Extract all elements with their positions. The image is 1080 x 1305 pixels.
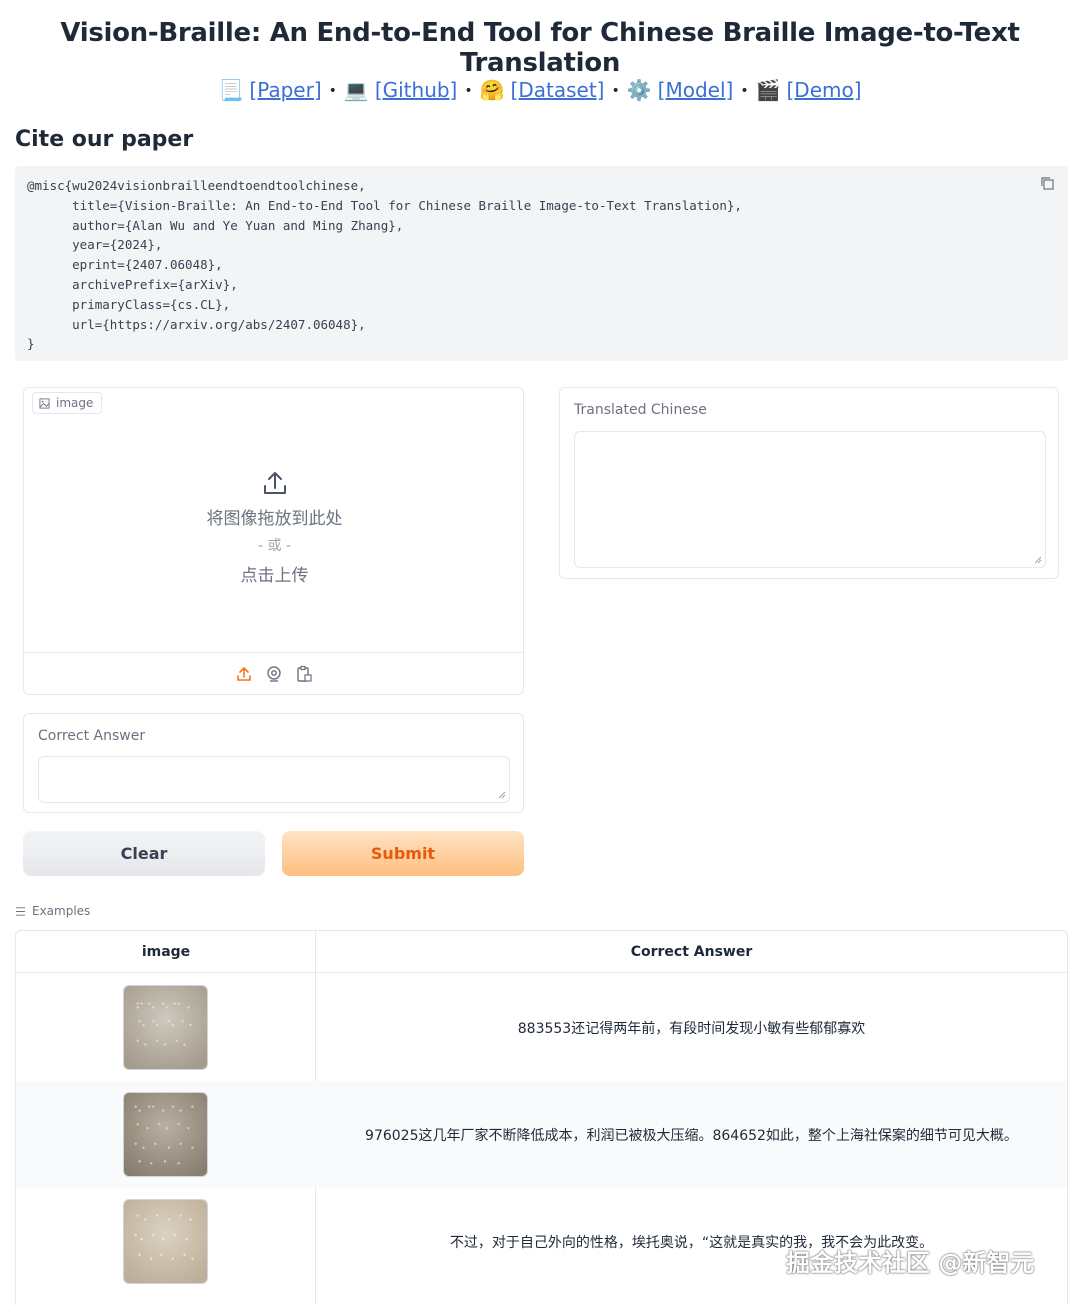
upload-source-icon[interactable]: [235, 665, 253, 683]
demo-link[interactable]: [Demo]: [786, 78, 861, 102]
image-source-toolbar: [24, 652, 523, 695]
separator: •: [464, 83, 473, 99]
resize-handle-icon[interactable]: [498, 791, 506, 799]
translated-label: Translated Chinese: [574, 402, 707, 418]
separator: •: [328, 83, 337, 99]
laptop-icon: 💻: [343, 78, 369, 102]
table-row[interactable]: 976025这几年厂家不断降低成本，利润已被极大压缩。864652如此，整个上海…: [16, 1081, 1067, 1188]
hugging-face-icon: 🤗: [479, 78, 505, 102]
or-text: - 或 -: [257, 538, 291, 554]
image-dropzone[interactable]: 将图像拖放到此处 - 或 - 点击上传: [24, 448, 525, 586]
correct-answer-label: Correct Answer: [38, 728, 146, 744]
separator: •: [611, 83, 620, 99]
table-row[interactable]: 883553还记得两年前，有段时间发现小敏有些郁郁寡欢: [16, 974, 1067, 1081]
example-answer: 883553还记得两年前，有段时间发现小敏有些郁郁寡欢: [517, 1020, 866, 1037]
braille-image: [124, 986, 207, 1069]
translated-textarea[interactable]: [574, 431, 1046, 568]
citation-code: @misc{wu2024visionbrailleendtoendtoolchi…: [27, 178, 742, 352]
table-row[interactable]: 不过，对于自己外向的性格，埃托奥说，“这就是真实的我，我不会为此改变。: [16, 1188, 1067, 1295]
paper-link-item[interactable]: 📃 [Paper]: [218, 78, 321, 102]
examples-heading: Examples: [15, 904, 90, 918]
clipboard-icon[interactable]: [295, 665, 313, 683]
image-label-badge: image: [32, 392, 103, 414]
correct-answer-panel: Correct Answer: [23, 713, 524, 813]
dataset-link[interactable]: [Dataset]: [511, 78, 605, 102]
gear-icon: ⚙️: [626, 78, 652, 102]
copy-icon[interactable]: [1040, 176, 1054, 190]
dataset-link-item[interactable]: 🤗 [Dataset]: [480, 78, 605, 102]
braille-image: [124, 1093, 207, 1176]
upload-icon: [263, 472, 286, 494]
submit-button[interactable]: Submit: [282, 831, 524, 876]
clapperboard-icon: 🎬: [755, 78, 781, 102]
separator: •: [740, 83, 749, 99]
clear-button[interactable]: Clear: [23, 831, 265, 876]
braille-image: [124, 1200, 207, 1283]
image-upload-panel[interactable]: image 将图像拖放到此处 - 或 - 点击上传: [23, 387, 524, 695]
column-header-image: image: [141, 944, 191, 960]
cite-heading: Cite our paper: [15, 127, 194, 152]
model-link-item[interactable]: ⚙️ [Model]: [627, 78, 734, 102]
braille-thumbnail[interactable]: [123, 985, 208, 1070]
github-link[interactable]: [Github]: [375, 78, 458, 102]
citation-code-block: @misc{wu2024visionbrailleendtoendtoolchi…: [15, 166, 1068, 361]
image-label: image: [56, 396, 94, 410]
image-icon: [39, 397, 50, 409]
paper-link[interactable]: [Paper]: [249, 78, 321, 102]
watermark-text: 掘金技术社区 @新智元: [786, 1249, 1035, 1277]
header-links: 📃 [Paper] • 💻 [Github] • 🤗 [Dataset] • ⚙️ [Model] •…: [0, 78, 1080, 102]
page-title: Vision-Braille: An End-to-End Tool for C…: [60, 18, 1020, 78]
examples-label: Examples: [32, 904, 91, 918]
braille-thumbnail[interactable]: [123, 1199, 208, 1284]
table-header: image Correct Answer: [16, 931, 1067, 973]
example-answer: 不过，对于自己外向的性格，埃托奥说，“这就是真实的我，我不会为此改变。: [449, 1234, 934, 1251]
resize-handle-icon[interactable]: [1034, 556, 1042, 564]
example-answer: 976025这几年厂家不断降低成本，利润已被极大压缩。864652如此，整个上海…: [365, 1127, 1018, 1144]
github-link-item[interactable]: 💻 [Github]: [344, 78, 457, 102]
model-link[interactable]: [Model]: [658, 78, 734, 102]
list-icon: [15, 906, 26, 916]
braille-thumbnail[interactable]: [123, 1092, 208, 1177]
demo-link-item[interactable]: 🎬 [Demo]: [756, 78, 862, 102]
drop-text: 将图像拖放到此处: [206, 509, 343, 529]
document-icon: 📃: [218, 78, 244, 102]
webcam-icon[interactable]: [265, 665, 283, 683]
click-upload-text: 点击上传: [240, 566, 309, 586]
column-header-answer: Correct Answer: [630, 944, 753, 960]
translated-output-panel: Translated Chinese: [559, 387, 1059, 579]
correct-answer-textarea[interactable]: [38, 756, 510, 803]
